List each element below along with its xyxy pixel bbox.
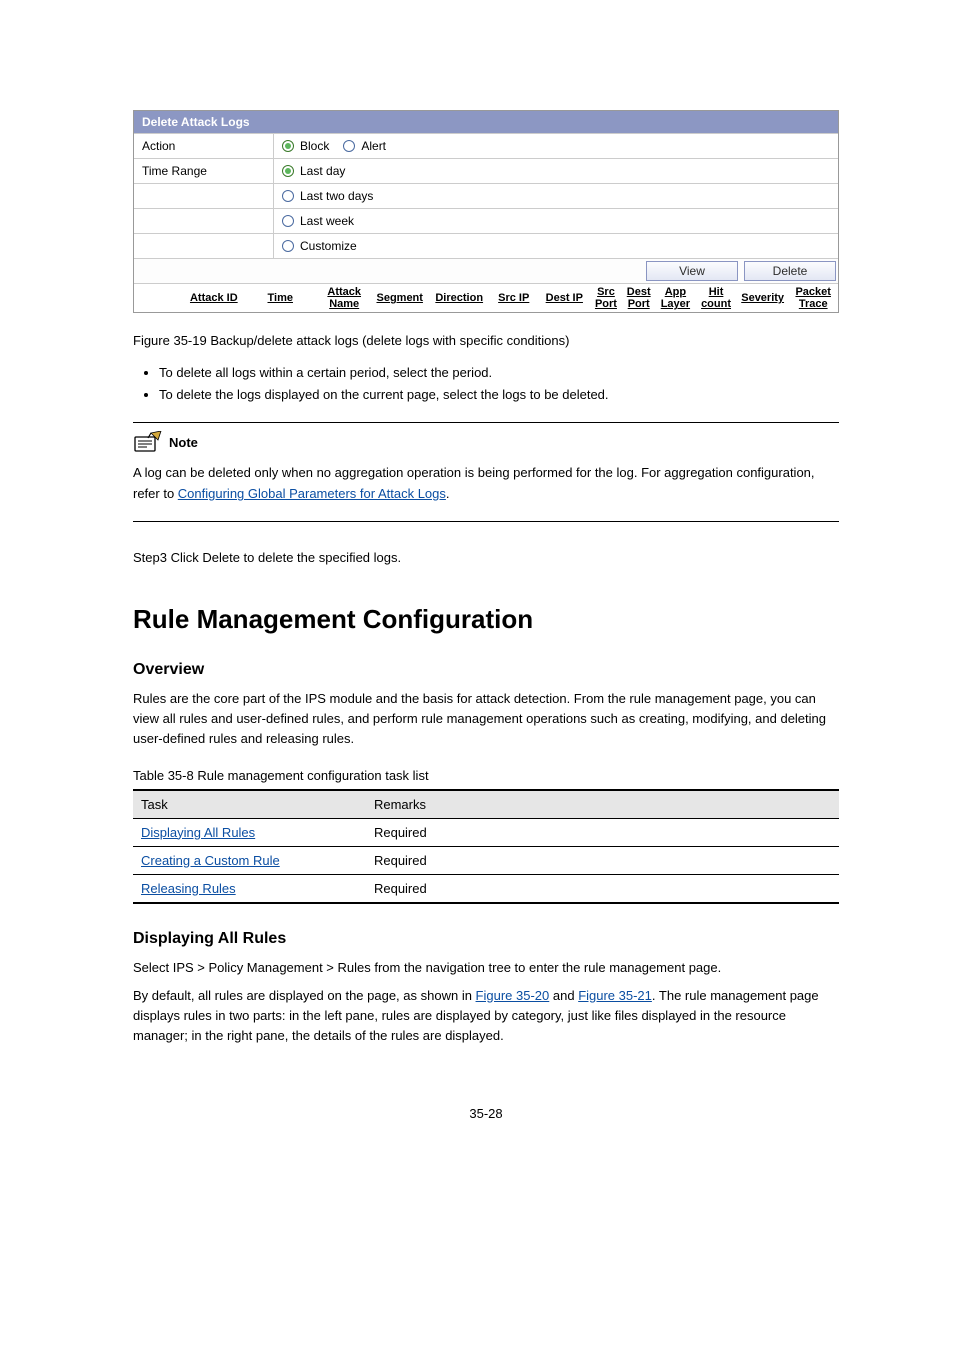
delete-button[interactable]: Delete (744, 261, 836, 281)
radio-customize[interactable] (282, 240, 294, 252)
col-severity[interactable]: Severity (737, 290, 789, 306)
list-item: To delete all logs within a certain peri… (159, 362, 839, 384)
radio-last-two-days[interactable] (282, 190, 294, 202)
radio-last-day[interactable] (282, 165, 294, 177)
col-task: Task (133, 790, 366, 819)
section-heading: Rule Management Configuration (133, 604, 839, 635)
note-text-post: . (446, 486, 450, 501)
overview-paragraph: Rules are the core part of the IPS modul… (133, 689, 839, 749)
bullet-list: To delete all logs within a certain peri… (159, 362, 839, 406)
opt-last-two: Last two days (300, 189, 373, 203)
task-link[interactable]: Creating a Custom Rule (141, 853, 280, 868)
opt-last-day: Last day (300, 164, 345, 178)
alert-label: Alert (361, 139, 386, 153)
view-button[interactable]: View (646, 261, 738, 281)
col-remarks: Remarks (366, 790, 839, 819)
col-dest-port[interactable]: Dest Port (622, 284, 656, 312)
page-number: 35-28 (133, 1106, 839, 1121)
block-label: Block (300, 139, 329, 153)
delete-attack-logs-panel: Delete Attack Logs Action Block Alert Ti… (133, 110, 839, 313)
subsection-overview: Overview (133, 661, 839, 679)
task-remarks: Required (366, 818, 839, 846)
task-remarks: Required (366, 874, 839, 903)
table-row: Displaying All Rules Required (133, 818, 839, 846)
col-time[interactable]: Time (242, 290, 318, 306)
col-packet-trace[interactable]: Packet Trace (788, 284, 838, 312)
action-label: Action (134, 134, 274, 158)
step3-text: Step3 Click Delete to delete the specifi… (133, 548, 839, 568)
note-icon (133, 431, 163, 453)
task-link[interactable]: Displaying All Rules (141, 825, 255, 840)
tasks-table: Task Remarks Displaying All Rules Requir… (133, 789, 839, 904)
subsection-display: Displaying All Rules (133, 930, 839, 948)
figure-link[interactable]: Figure 35-21 (578, 988, 652, 1003)
note-label: Note (169, 435, 198, 450)
col-src-port[interactable]: Src Port (590, 284, 622, 312)
radio-last-week[interactable] (282, 215, 294, 227)
table-row: Releasing Rules Required (133, 874, 839, 903)
opt-customize: Customize (300, 239, 357, 253)
timerange-label: Time Range (134, 159, 274, 183)
note-block: Note A log can be deleted only when no a… (133, 422, 839, 522)
col-hit-count[interactable]: Hit count (695, 284, 737, 312)
col-src-ip[interactable]: Src IP (489, 290, 539, 306)
display-p1: Select IPS > Policy Management > Rules f… (133, 958, 839, 978)
log-table-header: Attack ID Time Attack Name Segment Direc… (134, 283, 838, 312)
figure-link[interactable]: Figure 35-20 (476, 988, 550, 1003)
col-direction[interactable]: Direction (429, 290, 488, 306)
display-p2: By default, all rules are displayed on t… (133, 986, 839, 1046)
col-dest-ip[interactable]: Dest IP (539, 290, 591, 306)
figure-caption: Figure 35-19 Backup/delete attack logs (… (133, 333, 839, 348)
table-row: Creating a Custom Rule Required (133, 846, 839, 874)
col-attack-id[interactable]: Attack ID (186, 290, 243, 306)
list-item: To delete the logs displayed on the curr… (159, 384, 839, 406)
opt-last-week: Last week (300, 214, 354, 228)
col-app-layer[interactable]: App Layer (656, 284, 696, 312)
task-remarks: Required (366, 846, 839, 874)
col-segment[interactable]: Segment (370, 290, 429, 306)
table-caption: Table 35-8 Rule management configuration… (133, 768, 839, 783)
col-attack-name[interactable]: Attack Name (318, 284, 370, 312)
task-link[interactable]: Releasing Rules (141, 881, 236, 896)
panel-title: Delete Attack Logs (134, 111, 838, 133)
radio-alert[interactable] (343, 140, 355, 152)
radio-block[interactable] (282, 140, 294, 152)
note-link[interactable]: Configuring Global Parameters for Attack… (178, 486, 446, 501)
